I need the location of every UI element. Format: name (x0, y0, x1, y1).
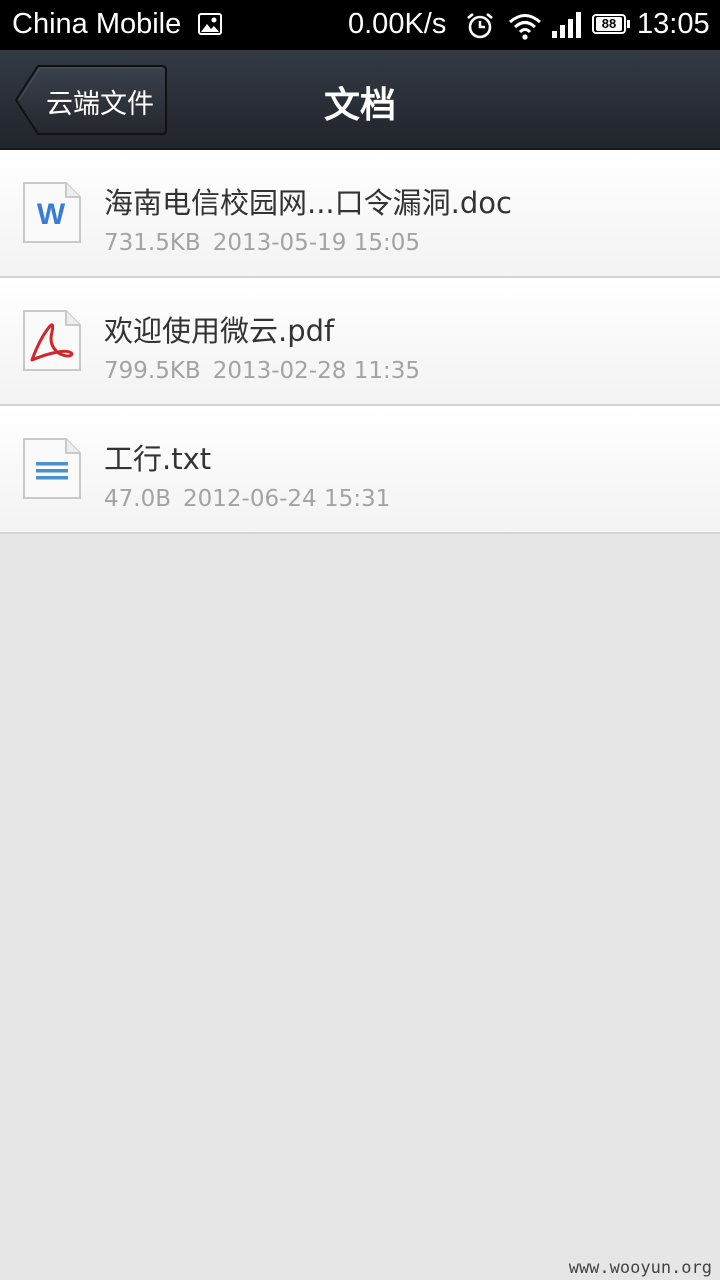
back-button[interactable]: 云端文件 (14, 64, 168, 136)
screen: China Mobile 0.00K/s 88 13:05 云端文件 文档 W … (0, 0, 720, 1280)
file-meta: 47.0B 2012-06-24 15:31 (104, 486, 390, 512)
file-row[interactable]: 工行.txt 47.0B 2012-06-24 15:31 (0, 406, 720, 534)
file-meta: 731.5KB 2013-05-19 15:05 (104, 230, 420, 256)
network-speed: 0.00K/s (348, 8, 447, 40)
file-name: 海南电信校园网...口令漏洞.doc (104, 186, 512, 220)
file-row[interactable]: 欢迎使用微云.pdf 799.5KB 2013-02-28 11:35 (0, 278, 720, 406)
wifi-icon (509, 14, 541, 40)
file-row[interactable]: W 海南电信校园网...口令漏洞.doc 731.5KB 2013-05-19 1… (0, 150, 720, 278)
file-meta: 799.5KB 2013-02-28 11:35 (104, 358, 420, 384)
file-name: 欢迎使用微云.pdf (104, 314, 335, 348)
file-name: 工行.txt (104, 442, 212, 476)
file-date: 2012-06-24 15:31 (183, 486, 391, 512)
image-notification-icon (198, 13, 222, 35)
battery-icon: 88 (592, 14, 630, 36)
file-list: W 海南电信校园网...口令漏洞.doc 731.5KB 2013-05-19 1… (0, 150, 720, 534)
svg-text:W: W (37, 198, 66, 231)
battery-level: 88 (596, 17, 622, 31)
signal-strength-icon (552, 12, 581, 38)
file-size: 47.0B (104, 486, 171, 512)
file-size: 799.5KB (104, 358, 201, 384)
clock: 13:05 (637, 8, 710, 40)
pdf-icon (23, 310, 81, 371)
carrier-name: China Mobile (12, 8, 182, 40)
alarm-clock-icon (467, 12, 493, 39)
back-button-label: 云端文件 (46, 89, 154, 120)
watermark: www.wooyun.org (568, 1258, 712, 1278)
file-date: 2013-02-28 11:35 (212, 358, 420, 384)
file-date: 2013-05-19 15:05 (212, 230, 420, 256)
text-file-icon (23, 438, 81, 499)
word-doc-icon: W (23, 182, 81, 243)
file-size: 731.5KB (104, 230, 201, 256)
title-bar: 云端文件 文档 (0, 50, 720, 150)
status-bar: China Mobile 0.00K/s 88 13:05 (0, 0, 720, 50)
